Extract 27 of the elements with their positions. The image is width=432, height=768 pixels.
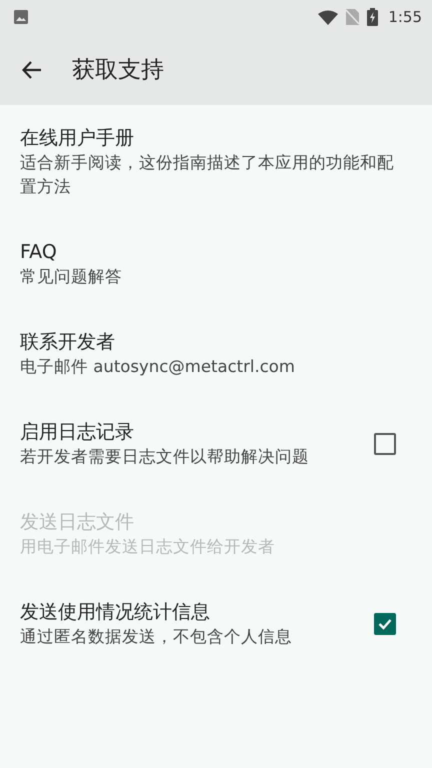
preference-item[interactable]: FAQ 常见问题解答	[0, 219, 432, 309]
preference-item[interactable]: 发送使用情况统计信息 通过匿名数据发送，不包含个人信息	[0, 579, 432, 669]
image-icon	[14, 10, 28, 24]
no-sim-icon	[346, 9, 360, 25]
preference-summary: 若开发者需要日志文件以帮助解决问题	[20, 446, 310, 468]
preference-summary: 适合新手阅读，这份指南描述了本应用的功能和配置方法	[20, 152, 395, 198]
preference-title: 在线用户手册	[20, 126, 135, 151]
check-icon	[378, 618, 392, 630]
preference-title: FAQ	[20, 240, 58, 265]
preference-summary: 常见问题解答	[20, 266, 123, 288]
preference-item[interactable]: 在线用户手册 适合新手阅读，这份指南描述了本应用的功能和配置方法	[0, 105, 432, 219]
preference-item[interactable]: 联系开发者 电子邮件 autosync@metactrl.com	[0, 309, 432, 399]
preference-summary: 电子邮件 autosync@metactrl.com	[20, 356, 296, 378]
preference-summary: 用电子邮件发送日志文件给开发者	[20, 536, 276, 558]
preference-title: 发送使用情况统计信息	[20, 600, 211, 625]
preference-title: 发送日志文件	[20, 510, 135, 535]
back-arrow-icon	[22, 60, 42, 78]
preference-summary: 通过匿名数据发送，不包含个人信息	[20, 626, 293, 648]
preference-title: 联系开发者	[20, 330, 116, 355]
status-time: 1:55	[388, 8, 422, 26]
preference-title: 启用日志记录	[20, 420, 135, 445]
preference-item[interactable]: 启用日志记录 若开发者需要日志文件以帮助解决问题	[0, 399, 432, 489]
screen-title: 获取支持	[72, 56, 164, 85]
checkbox[interactable]	[374, 433, 396, 455]
wifi-icon	[318, 10, 338, 24]
battery-charging-icon	[367, 8, 378, 26]
checkbox[interactable]	[374, 613, 396, 635]
